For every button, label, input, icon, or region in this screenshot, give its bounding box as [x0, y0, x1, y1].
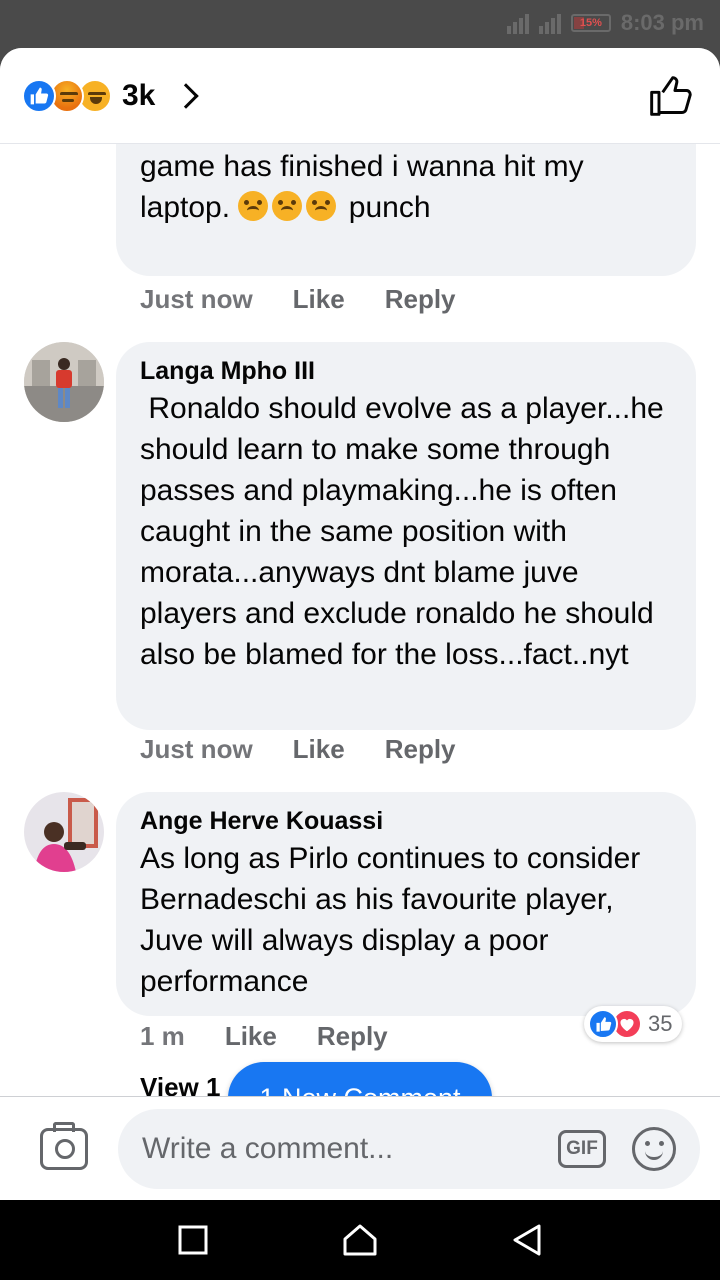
comment-like-button[interactable]: Like: [225, 1021, 277, 1052]
comment-text-line: game has finished i wanna hit my: [140, 150, 584, 183]
comment-reply-button[interactable]: Reply: [385, 734, 456, 765]
back-triangle-icon: [513, 1224, 541, 1256]
comment-text: As long as Pirlo continues to consider B…: [140, 842, 641, 998]
comment-timestamp: Just now: [140, 734, 253, 764]
comment-actions: Just now Like Reply: [140, 734, 456, 765]
comment-author[interactable]: Langa Mpho III: [140, 354, 672, 388]
status-indicators: 15% 8:03 pm: [506, 10, 704, 36]
like-reaction-icon: [22, 78, 56, 113]
comment-input[interactable]: [142, 1131, 558, 1166]
status-time: 8:03 pm: [620, 10, 704, 35]
comment-text: laptop.: [140, 191, 231, 224]
comments-sheet: 3k game has finished i wanna hit my lapt…: [0, 48, 720, 1200]
gif-button[interactable]: GIF: [558, 1129, 606, 1168]
comments-list: game has finished i wanna hit my laptop.…: [0, 144, 720, 1100]
status-bar: 15% 8:03 pm: [0, 0, 720, 48]
avatar[interactable]: [24, 792, 104, 872]
chevron-right-icon: [173, 82, 200, 109]
comment-timestamp: Just now: [140, 284, 253, 314]
home-button[interactable]: [340, 1220, 380, 1260]
frowning-face-icon: [306, 191, 337, 221]
comment-actions: Just now Like Reply: [140, 284, 456, 315]
reactions-summary[interactable]: 3k: [22, 78, 200, 113]
comment-text: Ronaldo should evolve as a player...he s…: [140, 392, 673, 671]
frowning-face-icon: [238, 191, 269, 221]
comment-composer: GIF: [0, 1096, 720, 1200]
comment-reactions-badge[interactable]: 35: [584, 1006, 683, 1042]
system-navigation-bar: [0, 1200, 720, 1280]
camera-icon[interactable]: [40, 1121, 88, 1170]
comment-actions: 1 m Like Reply: [140, 1021, 388, 1052]
emoji-icon[interactable]: [632, 1126, 676, 1171]
like-button[interactable]: [648, 74, 692, 123]
avatar[interactable]: [24, 342, 104, 422]
comment-bubble[interactable]: game has finished i wanna hit my laptop.…: [116, 144, 696, 276]
sheet-header: 3k: [0, 48, 720, 144]
signal-icon-2: [538, 12, 561, 34]
back-button[interactable]: [507, 1220, 547, 1260]
frowning-face-icon: [272, 191, 303, 221]
signal-icon: [506, 12, 529, 34]
comment-text-line: laptop. punch: [140, 187, 672, 228]
comment-reaction-count: 35: [648, 1011, 673, 1036]
comment-text: punch: [348, 191, 431, 224]
comment-author[interactable]: Ange Herve Kouassi: [140, 804, 672, 838]
thumbs-up-outline-icon: [650, 76, 692, 116]
comment-input-wrapper: GIF: [118, 1108, 700, 1189]
home-icon: [343, 1224, 377, 1256]
comment-reply-button[interactable]: Reply: [385, 284, 456, 315]
comment-like-button[interactable]: Like: [293, 284, 345, 315]
comment-like-button[interactable]: Like: [293, 734, 345, 765]
recent-apps-button[interactable]: [173, 1220, 213, 1260]
comment-bubble[interactable]: Ange Herve Kouassi As long as Pirlo cont…: [116, 792, 696, 1016]
new-comment-button[interactable]: 1 New Comment: [228, 1062, 492, 1100]
comment-reply-button[interactable]: Reply: [317, 1021, 388, 1052]
like-reaction-icon: [588, 1009, 618, 1039]
battery-icon: 15%: [570, 14, 611, 32]
square-icon: [178, 1225, 208, 1255]
comment-bubble[interactable]: Langa Mpho III Ronaldo should evolve as …: [116, 342, 696, 730]
reaction-count: 3k: [122, 78, 156, 112]
battery-level: 15%: [579, 17, 602, 29]
comment-timestamp: 1 m: [140, 1021, 185, 1051]
